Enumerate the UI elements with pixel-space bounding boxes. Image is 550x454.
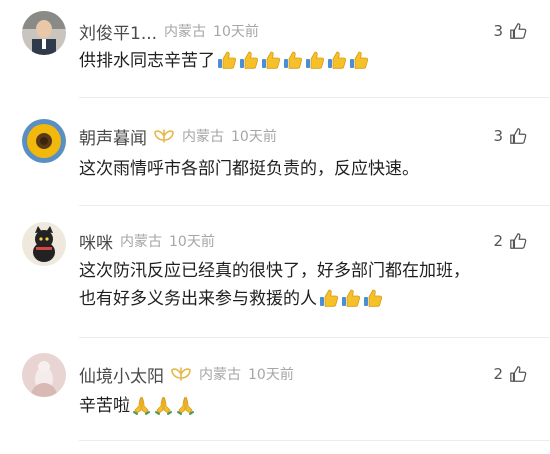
username[interactable]: 刘俊平1... [79, 19, 157, 44]
thumbs-up-icon [348, 50, 369, 70]
comment-text: 辛苦啦 [79, 396, 130, 416]
divider [79, 97, 550, 98]
like-button[interactable]: 2 [493, 361, 527, 387]
like-button[interactable]: 2 [493, 228, 527, 254]
thumbs-up-outline-icon [509, 232, 527, 250]
thumbs-up-icon [318, 288, 339, 308]
thumbs-up-icon [304, 50, 325, 70]
comment-text-line: 也有好多义务出来参与救援的人 [79, 285, 524, 313]
thumbs-up-outline-icon [509, 365, 527, 383]
divider [79, 337, 550, 338]
timestamp: 10天前 [213, 24, 259, 40]
like-button[interactable]: 3 [493, 123, 527, 149]
divider [79, 205, 550, 206]
thumbs-up-outline-icon [509, 22, 527, 40]
username[interactable]: 朝声暮闻 [79, 124, 147, 149]
divider [79, 440, 550, 441]
timestamp: 10天前 [169, 234, 215, 250]
praying-hands-icon [131, 395, 152, 415]
thumbs-up-icon [362, 288, 383, 308]
comment-text: 这次防汛反应已经真的很快了，好多部门都在加班， [79, 261, 470, 281]
location: 内蒙古 [199, 367, 241, 383]
like-count: 3 [493, 22, 503, 40]
comment-text: 供排水同志辛苦了 [79, 51, 215, 71]
like-count: 3 [493, 127, 503, 145]
thumbs-up-icon [238, 50, 259, 70]
emoji-row [130, 396, 196, 416]
comment-text: 这次雨情呼市各部门都挺负责的，反应快速。 [79, 159, 419, 179]
location: 内蒙古 [120, 234, 162, 250]
avatar[interactable] [22, 353, 66, 397]
comment-text-line: 辛苦啦 [79, 392, 524, 420]
emoji-row [215, 51, 369, 71]
like-button[interactable]: 3 [493, 18, 527, 44]
thumbs-up-icon [282, 50, 303, 70]
comment-text-line: 供排水同志辛苦了 [79, 47, 524, 75]
wings-badge-icon [170, 365, 192, 383]
thumbs-up-icon [260, 50, 281, 70]
location: 内蒙古 [182, 129, 224, 145]
location: 内蒙古 [164, 24, 207, 40]
emoji-row [317, 289, 383, 309]
thumbs-up-outline-icon [509, 127, 527, 145]
comment-text: 也有好多义务出来参与救援的人 [79, 289, 317, 309]
avatar[interactable] [22, 119, 66, 163]
thumbs-up-icon [216, 50, 237, 70]
thumbs-up-icon [340, 288, 361, 308]
praying-hands-icon [153, 395, 174, 415]
like-count: 2 [493, 365, 503, 383]
thumbs-up-icon [326, 50, 347, 70]
praying-hands-icon [175, 395, 196, 415]
timestamp: 10天前 [248, 367, 294, 383]
username[interactable]: 仙境小太阳 [79, 362, 164, 387]
timestamp: 10天前 [231, 129, 277, 145]
like-count: 2 [493, 232, 503, 250]
wings-badge-icon [153, 127, 175, 145]
avatar[interactable] [22, 11, 66, 55]
avatar[interactable] [22, 222, 66, 266]
username[interactable]: 咪咪 [79, 229, 113, 254]
